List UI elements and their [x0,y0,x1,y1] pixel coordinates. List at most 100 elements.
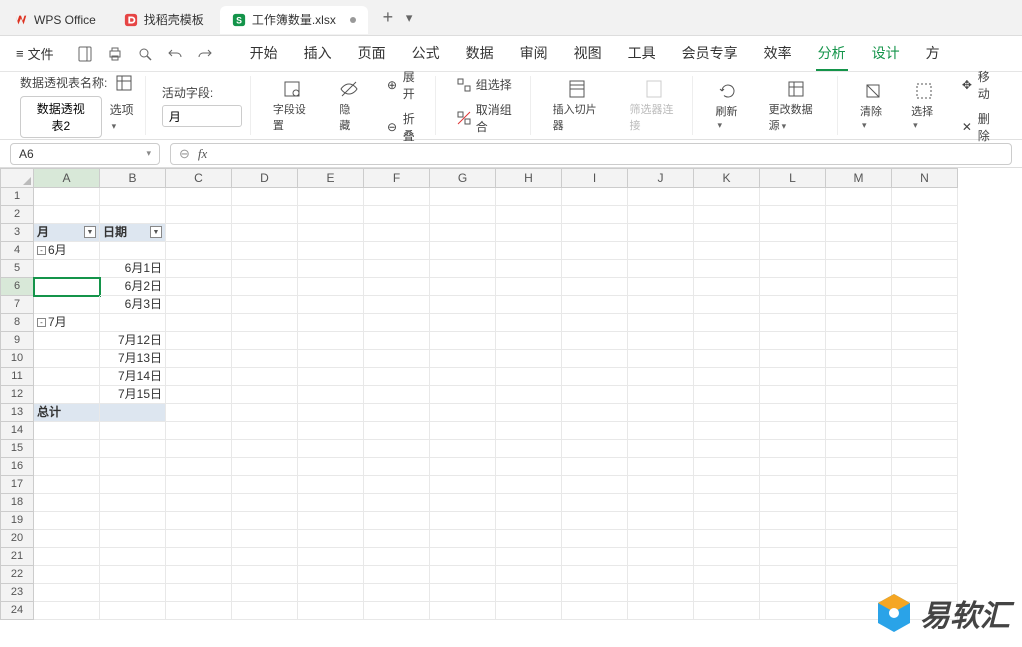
cell[interactable] [430,242,496,260]
cell[interactable]: 6月2日 [100,278,166,296]
cell[interactable] [496,404,562,422]
redo-icon[interactable] [196,45,214,63]
row-header[interactable]: 8 [0,314,34,332]
cell[interactable] [562,242,628,260]
cell[interactable] [694,422,760,440]
delete-button[interactable]: ✕删除 [956,108,1002,146]
cell[interactable] [364,566,430,584]
cell[interactable] [364,458,430,476]
cell[interactable] [826,224,892,242]
cell[interactable] [826,476,892,494]
tab-workbook[interactable]: S 工作簿数量.xlsx [220,6,368,34]
cell[interactable] [298,242,364,260]
cell[interactable] [628,296,694,314]
cell[interactable] [364,512,430,530]
cell[interactable] [694,494,760,512]
row-header[interactable]: 22 [0,566,34,584]
cell[interactable] [628,350,694,368]
cell[interactable] [298,314,364,332]
ungroup-button[interactable]: 取消组合 [452,99,522,137]
cell[interactable] [562,314,628,332]
cell[interactable] [826,278,892,296]
cell[interactable] [562,224,628,242]
select-button[interactable]: 选择 [905,79,942,133]
cell[interactable] [628,404,694,422]
cell[interactable] [100,512,166,530]
row-header[interactable]: 5 [0,260,34,278]
cell[interactable] [100,404,166,422]
column-header[interactable]: H [496,168,562,188]
menu-tab-efficiency[interactable]: 效率 [762,37,794,71]
cell[interactable] [892,422,958,440]
cell[interactable] [34,350,100,368]
cell[interactable] [562,458,628,476]
column-header[interactable]: C [166,168,232,188]
cell[interactable] [892,350,958,368]
cell[interactable] [760,422,826,440]
cell[interactable] [232,224,298,242]
cell[interactable] [100,206,166,224]
cell[interactable] [166,440,232,458]
cell[interactable] [430,188,496,206]
cell[interactable] [628,476,694,494]
cell[interactable] [166,260,232,278]
cell[interactable] [760,566,826,584]
cell[interactable] [34,422,100,440]
cell[interactable] [694,224,760,242]
cell[interactable] [232,332,298,350]
cell[interactable] [562,476,628,494]
options-button[interactable]: 选项 [110,101,137,132]
print-icon[interactable] [106,45,124,63]
cell[interactable] [430,458,496,476]
cell[interactable] [34,296,100,314]
cell[interactable] [826,548,892,566]
cell[interactable] [694,278,760,296]
cell[interactable] [232,206,298,224]
cell[interactable] [628,440,694,458]
cell[interactable] [298,440,364,458]
fx-icon[interactable]: fx [198,146,207,162]
cell[interactable] [232,368,298,386]
cell[interactable] [694,188,760,206]
cell[interactable] [892,314,958,332]
row-header[interactable]: 18 [0,494,34,512]
cell[interactable] [760,512,826,530]
cell[interactable] [628,530,694,548]
cell[interactable] [562,206,628,224]
file-menu[interactable]: ≡ 文件 [8,40,62,67]
save-icon[interactable] [76,45,94,63]
row-header[interactable]: 12 [0,386,34,404]
cell[interactable] [826,404,892,422]
undo-icon[interactable] [166,45,184,63]
cancel-formula-icon[interactable]: ⊖ [179,146,190,162]
cell[interactable] [34,566,100,584]
cell[interactable]: 月▼ [34,224,100,242]
cell[interactable] [430,314,496,332]
cell[interactable] [298,188,364,206]
cell[interactable] [364,404,430,422]
cell[interactable] [298,368,364,386]
cell[interactable] [100,476,166,494]
cell[interactable] [892,332,958,350]
cell[interactable] [166,314,232,332]
cell[interactable] [298,548,364,566]
cell[interactable] [562,260,628,278]
cell[interactable] [166,548,232,566]
cell[interactable] [364,188,430,206]
cell[interactable] [694,530,760,548]
cell[interactable] [496,602,562,620]
row-header[interactable]: 15 [0,440,34,458]
select-all-corner[interactable] [0,168,34,188]
cell[interactable] [694,368,760,386]
cell[interactable] [298,530,364,548]
menu-tab-analyze[interactable]: 分析 [816,37,848,71]
cell[interactable] [430,206,496,224]
cell[interactable] [892,548,958,566]
cell[interactable] [628,278,694,296]
cell[interactable] [364,584,430,602]
cell[interactable] [628,566,694,584]
move-button[interactable]: ✥移动 [956,66,1002,104]
cell[interactable] [430,404,496,422]
cell[interactable] [166,404,232,422]
cell[interactable] [232,350,298,368]
